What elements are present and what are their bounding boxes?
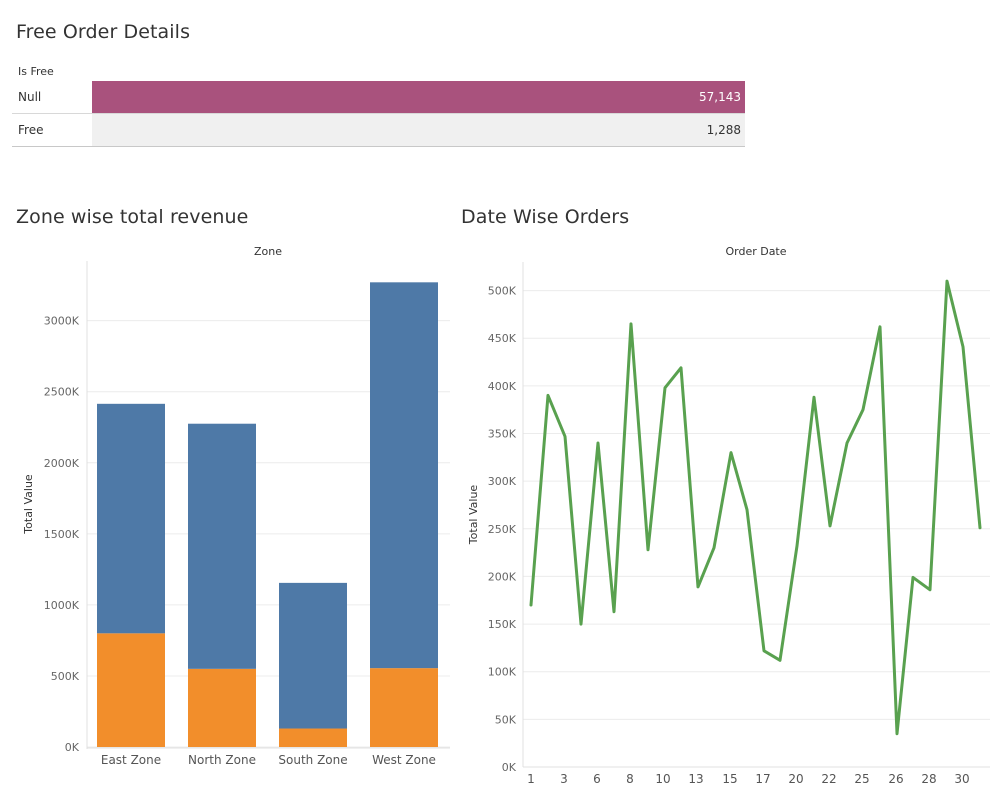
bar-segment[interactable] xyxy=(97,403,165,634)
y-tick-label: 500K xyxy=(51,670,80,683)
x-tick-label: 17 xyxy=(755,772,770,786)
x-tick-label: 6 xyxy=(593,772,601,786)
bar-segment[interactable] xyxy=(188,423,256,669)
x-tick-label: 30 xyxy=(954,772,969,786)
free-row-free[interactable]: Free 1,288 xyxy=(12,114,745,147)
x-tick-label: 13 xyxy=(688,772,703,786)
free-bar-free[interactable]: 1,288 xyxy=(92,114,745,146)
y-tick-label: 200K xyxy=(488,570,517,583)
x-tick-label: 26 xyxy=(888,772,903,786)
y-tick-label: 350K xyxy=(488,428,517,441)
y-tick-label: 400K xyxy=(488,380,517,393)
x-tick-label: 15 xyxy=(722,772,737,786)
y-tick-label: 50K xyxy=(495,713,517,726)
x-tick-label: 20 xyxy=(788,772,803,786)
x-tick-label: 25 xyxy=(854,772,869,786)
y-tick-label: 500K xyxy=(488,285,517,298)
date-orders-chart: Order Date 0K 50K 100K 150K 200K 250K 300K 350K 4… xyxy=(467,245,990,786)
orders-line[interactable] xyxy=(529,279,982,736)
y-tick-label: 300K xyxy=(488,475,517,488)
free-row-label: Null xyxy=(18,90,42,104)
x-tick-label: 22 xyxy=(821,772,836,786)
x-category-label: South Zone xyxy=(278,753,347,767)
y-tick-label: 0K xyxy=(502,761,517,774)
y-tick-label: 2500K xyxy=(44,386,80,399)
bar-segment[interactable] xyxy=(188,668,256,747)
x-tick-label: 1 xyxy=(527,772,535,786)
x-tick-label: 3 xyxy=(560,772,568,786)
free-order-title: Free Order Details xyxy=(16,21,191,43)
order-date-column-header: Order Date xyxy=(725,245,786,258)
x-tick-label: 10 xyxy=(655,772,670,786)
date-chart-title: Date Wise Orders xyxy=(461,206,630,228)
x-category-label: West Zone xyxy=(372,753,436,767)
zone-chart-title: Zone wise total revenue xyxy=(16,206,249,228)
y-tick-label: 0K xyxy=(65,741,80,754)
zone-column-header: Zone xyxy=(254,245,282,258)
bar-segment[interactable] xyxy=(370,668,438,747)
y-tick-label: 150K xyxy=(488,618,517,631)
x-tick-label: 8 xyxy=(626,772,634,786)
bar-segment[interactable] xyxy=(370,282,438,669)
y-axis-title: Total Value xyxy=(22,474,35,535)
y-tick-label: 2000K xyxy=(44,457,80,470)
x-tick-label: 28 xyxy=(921,772,936,786)
y-tick-label: 250K xyxy=(488,523,517,536)
y-tick-label: 100K xyxy=(488,666,517,679)
y-tick-label: 450K xyxy=(488,332,517,345)
free-bar-value: 57,143 xyxy=(699,90,741,104)
x-category-label: East Zone xyxy=(101,753,161,767)
bar-segment[interactable] xyxy=(97,633,165,747)
y-tick-label: 3000K xyxy=(44,315,80,328)
y-tick-label: 1000K xyxy=(44,599,80,612)
x-category-label: North Zone xyxy=(188,753,256,767)
is-free-header: Is Free xyxy=(18,65,54,78)
free-bar-null[interactable]: 57,143 xyxy=(92,81,745,113)
zone-revenue-chart: Zone 0K 500K 1000K 1500K 2000K 2500K 3000K Total… xyxy=(22,245,450,767)
free-row-label: Free xyxy=(18,123,44,137)
bar-segment[interactable] xyxy=(279,728,347,747)
y-axis-title: Total Value xyxy=(467,485,480,546)
free-bar-value: 1,288 xyxy=(706,123,741,137)
bar-segment[interactable] xyxy=(279,582,347,729)
free-row-null[interactable]: Null 57,143 xyxy=(12,81,745,114)
y-tick-label: 1500K xyxy=(44,528,80,541)
